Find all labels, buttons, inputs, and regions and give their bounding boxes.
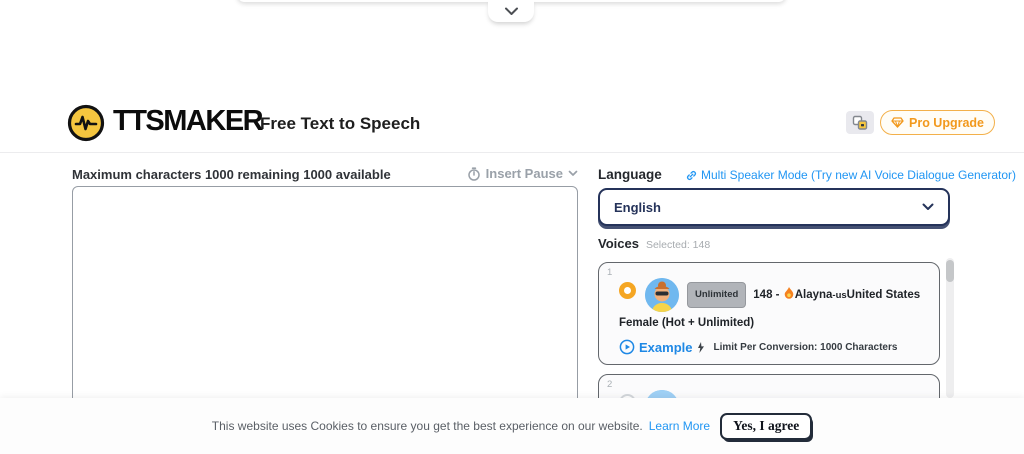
voice-locale: -us <box>832 290 847 302</box>
voice-card-index: 1 <box>607 267 613 278</box>
unlimited-badge: Unlimited <box>687 282 747 308</box>
page-title: Free Text to Speech <box>260 114 421 133</box>
ttsmaker-logo-icon[interactable] <box>66 103 106 143</box>
cookie-message: This website uses Cookies to ensure you … <box>211 419 643 433</box>
voice-name: Alayna <box>794 289 833 302</box>
chevron-down-icon <box>922 203 934 211</box>
pro-upgrade-label: Pro Upgrade <box>909 115 985 130</box>
pro-upgrade-button[interactable]: Pro Upgrade <box>880 110 996 135</box>
timer-icon <box>467 166 481 181</box>
voice-card-1[interactable]: 1 Unlimited 148 - Alayna-usUnited States … <box>598 262 940 365</box>
flame-icon <box>784 287 794 302</box>
link-icon <box>686 170 697 181</box>
chevron-down-icon <box>504 7 519 16</box>
cookie-banner: This website uses Cookies to ensure you … <box>0 398 1024 454</box>
ttsmaker-page: TTSMAKER Free Text to Speech Pro Upgrade… <box>0 0 1024 454</box>
voices-scrollbar-track[interactable] <box>946 258 954 398</box>
panel-toggle-button[interactable] <box>488 0 534 22</box>
play-circle-icon <box>619 339 635 355</box>
example-label: Example <box>639 339 693 355</box>
voice-card-body: Unlimited 148 - Alayna-usUnited States Fe… <box>599 263 939 334</box>
voices-selected-count: Selected: 148 <box>645 239 711 251</box>
voice-radio-selected[interactable] <box>619 281 636 299</box>
text-input[interactable] <box>72 186 578 420</box>
translate-icon <box>852 115 868 130</box>
insert-pause-label: Insert Pause <box>485 166 563 181</box>
voices-header: Voices Selected: 148 <box>598 236 710 251</box>
language-select[interactable]: English <box>598 188 950 226</box>
voices-label: Voices <box>598 236 639 251</box>
character-limit-info: Maximum characters 1000 remaining 1000 a… <box>72 167 391 182</box>
gem-icon <box>891 117 904 128</box>
voice-avatar <box>645 278 679 312</box>
header-divider <box>0 152 1024 153</box>
translate-button[interactable] <box>846 111 874 134</box>
insert-pause-dropdown[interactable]: Insert Pause <box>467 166 578 181</box>
cookie-agree-button[interactable]: Yes, I agree <box>720 412 813 440</box>
example-play-link[interactable]: Example <box>619 339 692 355</box>
learn-more-link[interactable]: Learn More <box>649 419 710 433</box>
language-selected-value: English <box>614 199 661 215</box>
brand-title: TTSMAKER <box>113 105 264 137</box>
chevron-down-icon <box>568 170 578 177</box>
language-label: Language <box>598 167 662 182</box>
voice-number: 148 - <box>753 289 780 302</box>
limit-icon <box>697 341 705 353</box>
voice-card-footer: Example Limit Per Conversion: 1000 Chara… <box>599 334 939 355</box>
multi-speaker-mode-label: Multi Speaker Mode (Try new AI Voice Dia… <box>701 168 1017 182</box>
voice-card-index: 2 <box>607 379 613 390</box>
limit-per-conversion-text: Limit Per Conversion: 1000 Characters <box>713 341 898 353</box>
voices-scrollbar-thumb[interactable] <box>946 260 954 282</box>
multi-speaker-mode-link[interactable]: Multi Speaker Mode (Try new AI Voice Dia… <box>686 168 1016 182</box>
